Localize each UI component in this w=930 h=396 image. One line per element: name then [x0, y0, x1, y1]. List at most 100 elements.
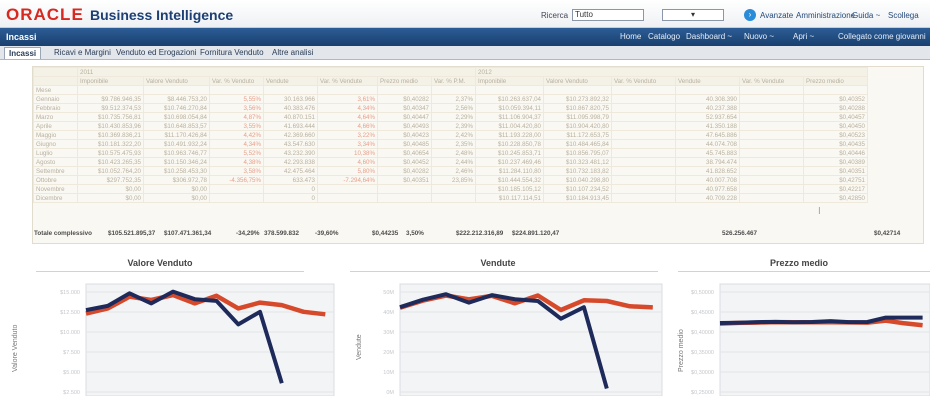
column-header[interactable]: Prezzo medio — [377, 76, 432, 86]
table-cell — [209, 193, 264, 203]
table-cell: 2,37% — [431, 94, 476, 104]
table-cell: $11.170.426,84 — [143, 130, 210, 140]
table-cell — [739, 112, 804, 122]
column-header[interactable]: Valore Venduto — [143, 76, 210, 86]
column-header[interactable]: Var. % Venduto — [209, 76, 264, 86]
product-title: Business Intelligence — [90, 7, 234, 23]
column-header[interactable]: Imponibile — [475, 76, 544, 86]
column-header[interactable]: Var. % Vendute — [317, 76, 378, 86]
logout-link[interactable]: Scollega — [888, 11, 919, 20]
table-cell: 40.709.228 — [675, 193, 740, 203]
column-header[interactable]: Var. % Venduto — [611, 76, 676, 86]
table-row: Novembre $0,00 $0,00 0 $10.185.105,12 $10.107… — [33, 184, 868, 194]
table-cell: 3,61% — [317, 94, 378, 104]
table-cell: 2,29% — [431, 112, 476, 122]
chart-y-axis-label: Valore Venduto — [12, 324, 19, 372]
table-cell: $10.648.853,57 — [143, 121, 210, 131]
table-cell: 44.074.708 — [675, 139, 740, 149]
search-go-icon[interactable]: › — [744, 9, 756, 21]
chart-y-axis-label: Vendute — [356, 334, 363, 360]
tab-incassi[interactable]: Incassi — [4, 47, 42, 59]
table-cell — [611, 85, 676, 95]
table-cell: $10.150.346,24 — [143, 157, 210, 167]
table-cell — [611, 193, 676, 203]
column-header[interactable]: Imponibile — [77, 76, 144, 86]
tab-fornitura-venduto[interactable]: Fornitura Venduto — [196, 47, 268, 59]
table-cell: 41.828.652 — [675, 166, 740, 176]
year-header-row: 2011 2012 — [33, 67, 868, 77]
nav-catalog[interactable]: Catalogo — [648, 32, 680, 41]
table-cell — [475, 85, 544, 95]
table-cell: $0,00 — [77, 193, 144, 203]
table-row: Mese — [33, 85, 868, 95]
total-cell: $105.521.895,37 — [108, 230, 156, 237]
row-label: Luglio — [33, 148, 78, 158]
total-cell: $107.471.361,34 — [164, 230, 212, 237]
table-cell: $10.263.637,04 — [475, 94, 544, 104]
table-cell: 45.745.883 — [675, 148, 740, 158]
column-header[interactable]: Vendute — [675, 76, 740, 86]
table-cell: $10.323.481,12 — [543, 157, 612, 167]
chart-divider — [678, 271, 930, 272]
table-cell: $0,40351 — [377, 175, 432, 185]
tab-venduto-erogazioni[interactable]: Venduto ed Erogazioni — [112, 47, 201, 59]
table-cell: $0,40435 — [803, 139, 868, 149]
tab-ricavi-margini[interactable]: Ricavi e Margini — [50, 47, 115, 59]
nav-home[interactable]: Home — [620, 32, 641, 41]
table-cell: $0,40282 — [377, 94, 432, 104]
search-scope-select[interactable]: Tutto — [572, 9, 644, 21]
table-cell — [739, 184, 804, 194]
table-cell: $10.444.554,32 — [475, 175, 544, 185]
table-cell — [739, 148, 804, 158]
table-cell: $10.856.795,07 — [543, 148, 612, 158]
table-row: Giugno $10.181.322,20 $10.491.932,24 4,34% 4… — [33, 139, 868, 149]
table-cell — [803, 85, 868, 95]
nav-dashboard[interactable]: Dashboard ~ — [686, 32, 732, 41]
column-header[interactable]: Var. % Vendute — [739, 76, 804, 86]
text-cursor-icon: I — [818, 206, 821, 217]
table-row: Marzo $10.735.756,81 $10.698.054,84 4,87% 40… — [33, 112, 868, 122]
table-row: Luglio $10.575.475,93 $10.963.746,77 5,52% 4… — [33, 148, 868, 158]
table-cell: $10.484.465,84 — [543, 139, 612, 149]
table-cell — [209, 184, 264, 194]
total-cell: $0,44235 — [372, 230, 399, 237]
row-label: Febbraio — [33, 103, 78, 113]
chart-title: Prezzo medio — [769, 258, 828, 268]
table-cell: $9.786.946,35 — [77, 94, 144, 104]
table-cell: $10.245.853,71 — [475, 148, 544, 158]
table-cell: $0,00 — [143, 184, 210, 194]
table-cell: $10.735.756,81 — [77, 112, 144, 122]
advanced-link[interactable]: Avanzate — [760, 11, 793, 20]
column-header[interactable]: Vendute — [263, 76, 318, 86]
table-cell: $0,40450 — [803, 121, 868, 131]
table-cell: 42.475.464 — [263, 166, 318, 176]
table-cell: 4,64% — [317, 112, 378, 122]
table-row: Agosto $10.423.265,35 $10.150.346,24 4,38% 4… — [33, 157, 868, 167]
table-cell: 5,55% — [209, 94, 264, 104]
nav-new[interactable]: Nuovo ~ — [744, 32, 774, 41]
tab-altre-analisi[interactable]: Altre analisi — [268, 47, 317, 59]
table-cell — [543, 85, 612, 95]
table-cell: $0,40389 — [803, 157, 868, 167]
table-row: Febbraio $9.512.374,53 $10.746.270,84 3,56%… — [33, 103, 868, 113]
table-cell — [675, 85, 740, 95]
table-cell: $0,42850 — [803, 193, 868, 203]
table-cell: $0,40447 — [377, 112, 432, 122]
help-link[interactable]: Guida ~ — [852, 11, 880, 20]
table-cell — [209, 85, 264, 95]
column-header[interactable]: Valore Venduto — [543, 76, 612, 86]
admin-link[interactable]: Amministrazione — [796, 11, 855, 20]
column-header[interactable]: Var. % P.M. — [431, 76, 476, 86]
search-input[interactable]: ▾ — [662, 9, 724, 21]
table-cell — [611, 175, 676, 185]
table-cell: 10,38% — [317, 148, 378, 158]
table-cell: $10.052.764,20 — [77, 166, 144, 176]
total-cell: $224.891.120,47 — [512, 230, 560, 237]
search-label: Ricerca — [541, 11, 569, 20]
column-header[interactable]: Prezzo medio — [803, 76, 868, 86]
nav-open[interactable]: Apri ~ — [793, 32, 814, 41]
table-cell — [739, 175, 804, 185]
table-cell: $0,40485 — [377, 139, 432, 149]
table-cell: $10.237.469,46 — [475, 157, 544, 167]
table-cell — [377, 193, 432, 203]
